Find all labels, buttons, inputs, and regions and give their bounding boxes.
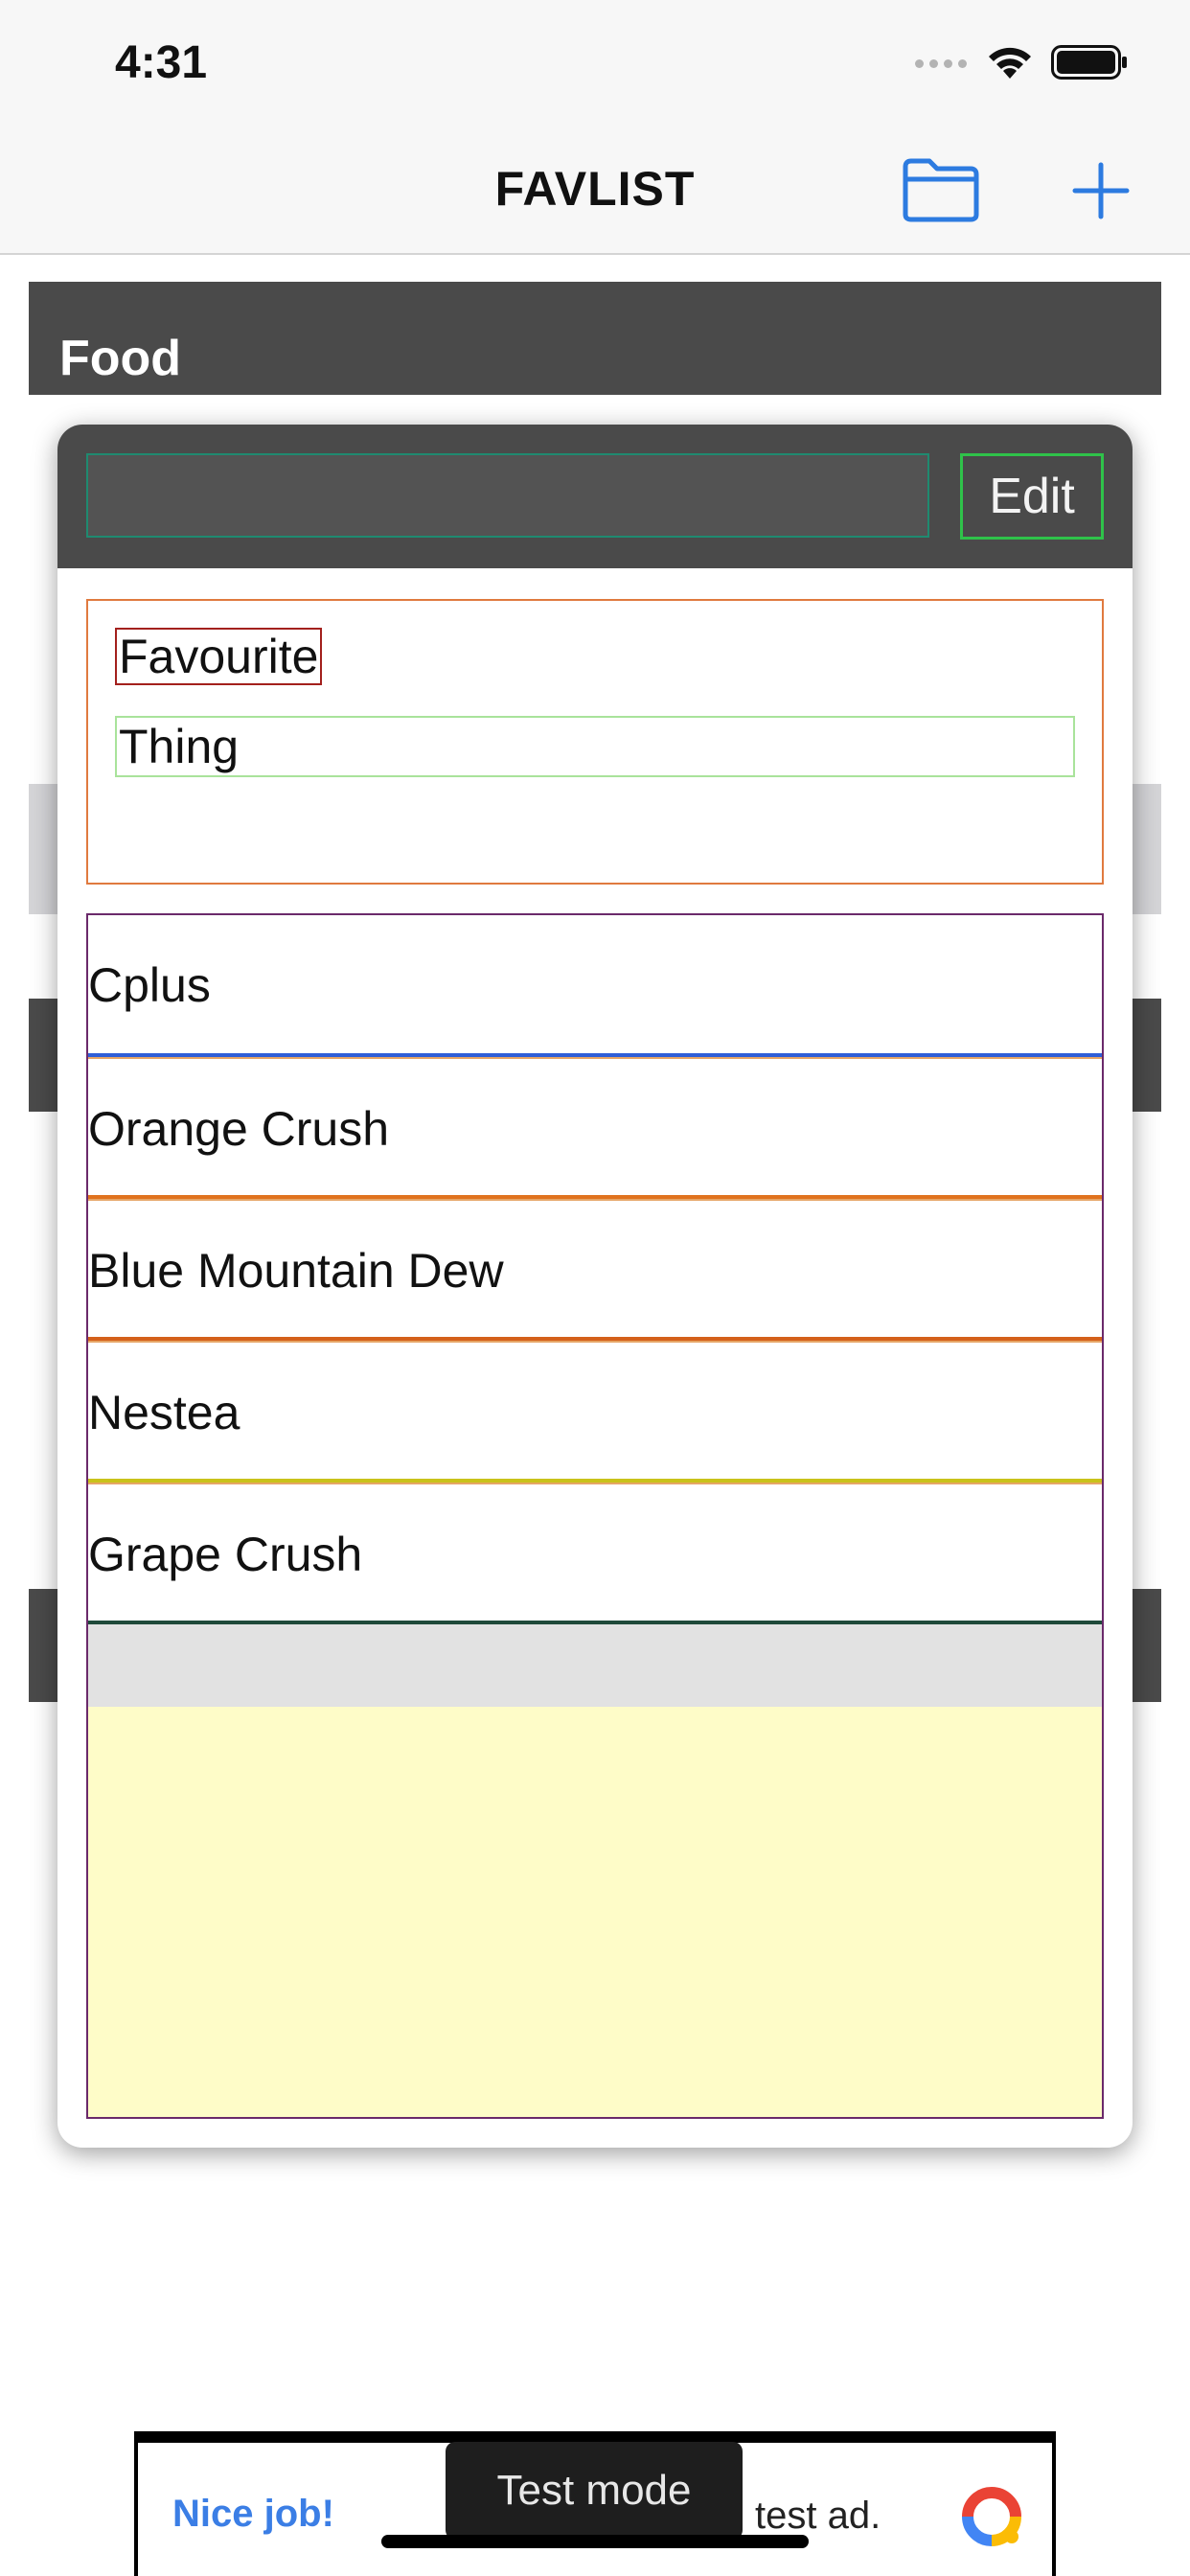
favourites-list: Cplus Orange Crush Blue Mountain Dew Nes…	[86, 913, 1104, 2119]
search-input[interactable]	[86, 453, 929, 538]
section-label: Food	[59, 331, 182, 386]
wifi-icon	[989, 47, 1031, 79]
folder-icon[interactable]	[901, 155, 981, 224]
signal-icon	[915, 59, 967, 68]
plus-icon[interactable]	[1071, 161, 1131, 220]
favourite-info: Favourite Thing	[86, 599, 1104, 885]
home-indicator	[381, 2535, 809, 2548]
list-item-label: Orange Crush	[88, 1102, 390, 1156]
list-item[interactable]: Blue Mountain Dew	[88, 1199, 1102, 1341]
section-header-food[interactable]: Food	[29, 282, 1161, 395]
navigation-bar: FAVLIST	[0, 134, 1190, 255]
list-item-label: Grape Crush	[88, 1528, 363, 1581]
list-item-label: Blue Mountain Dew	[88, 1244, 504, 1298]
favourite-label: Favourite	[115, 628, 323, 685]
thing-field[interactable]: Thing	[115, 716, 1075, 777]
list-footer	[88, 1624, 1102, 1707]
page-title: FAVLIST	[494, 162, 696, 216]
battery-icon	[1051, 45, 1127, 80]
status-time: 4:31	[115, 37, 208, 88]
ad-nice-job: Nice job!	[172, 2493, 334, 2535]
ad-text: test ad.	[755, 2495, 881, 2537]
list-item[interactable]: Grape Crush	[88, 1483, 1102, 1624]
ad-logo-icon	[962, 2487, 1021, 2546]
list-item[interactable]: Orange Crush	[88, 1057, 1102, 1199]
test-mode-badge: Test mode	[446, 2442, 743, 2540]
list-item-label: Nestea	[88, 1386, 240, 1439]
popup-header: Edit	[57, 425, 1133, 568]
edit-button[interactable]: Edit	[960, 453, 1104, 540]
list-item-label: Cplus	[88, 958, 211, 1012]
status-bar: 4:31	[0, 0, 1190, 134]
favourite-popup: Edit Favourite Thing Cplus Orange Crush …	[57, 425, 1133, 2148]
list-item[interactable]: Nestea	[88, 1341, 1102, 1483]
list-item[interactable]: Cplus	[88, 915, 1102, 1057]
